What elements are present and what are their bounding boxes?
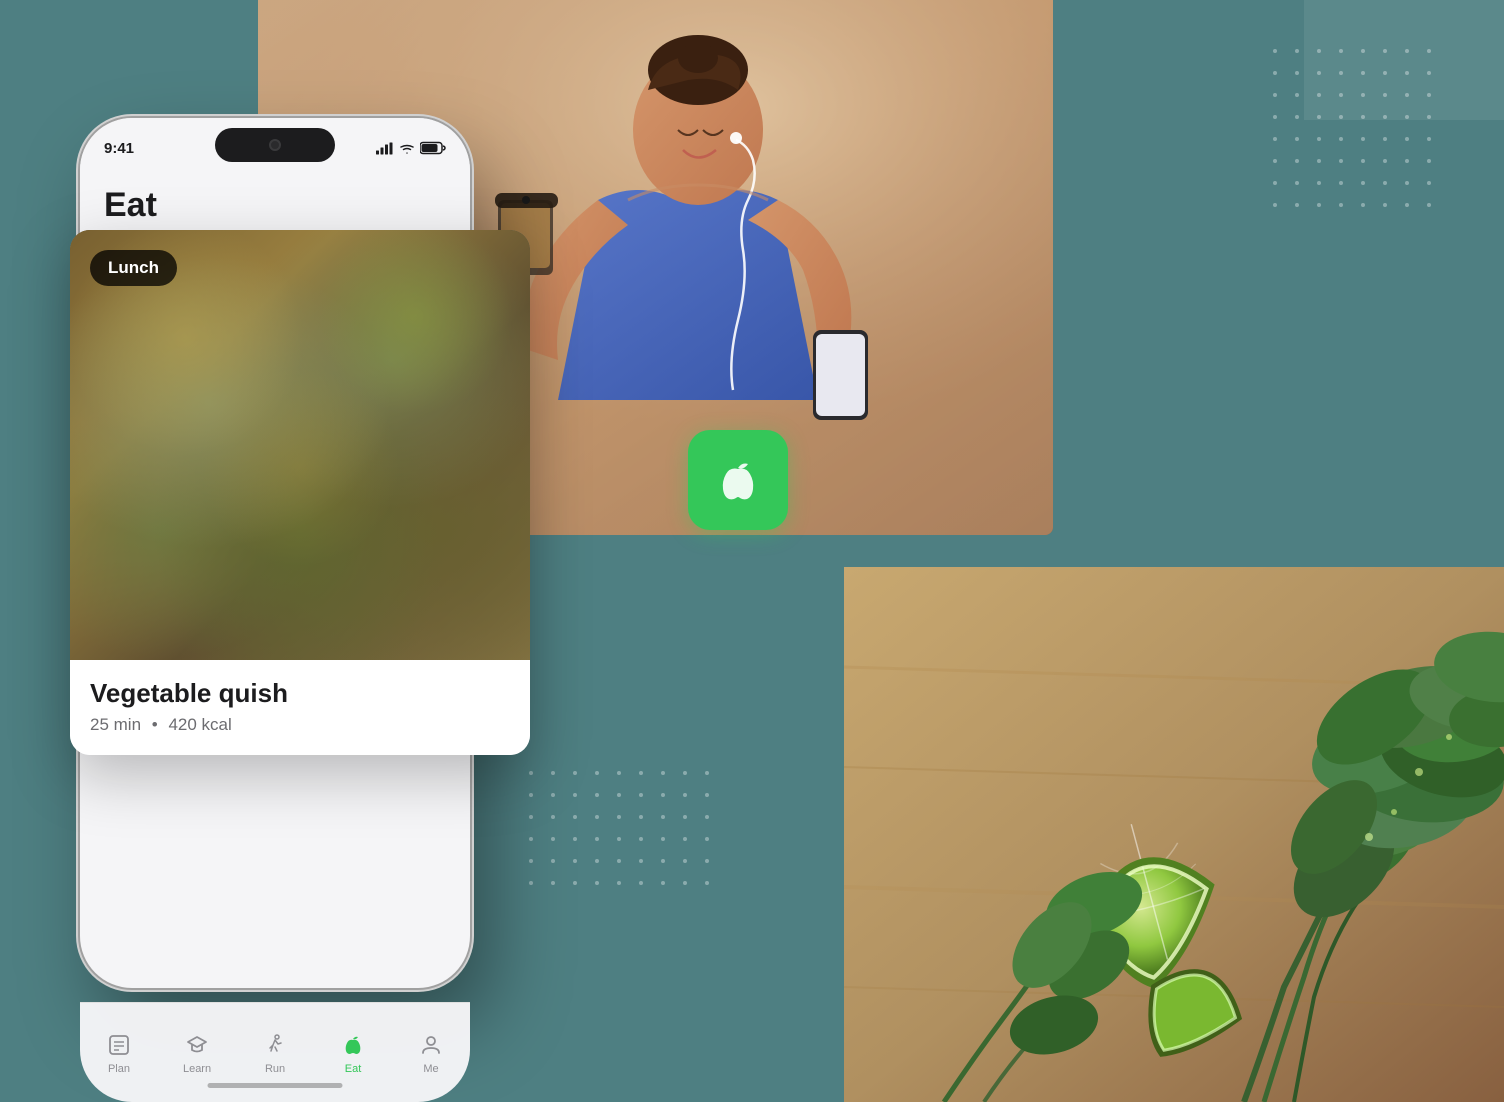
- me-icon: [417, 1031, 445, 1059]
- app-icon-badge: [688, 430, 788, 530]
- food-image: Lunch: [70, 230, 530, 660]
- food-name: Vegetable quish: [90, 678, 510, 709]
- nav-learn-label: Learn: [183, 1063, 211, 1075]
- food-card: Lunch Vegetable quish 25 min • 420 kcal: [70, 230, 530, 755]
- nav-item-run[interactable]: Run: [249, 1023, 301, 1083]
- decorative-corner: [1304, 0, 1504, 120]
- nav-run-label: Run: [265, 1063, 285, 1075]
- eat-icon: [339, 1031, 367, 1059]
- food-meta-separator: •: [152, 715, 158, 734]
- food-image-svg: [70, 230, 530, 660]
- home-indicator: [208, 1083, 343, 1088]
- apple-icon: [712, 454, 764, 506]
- nav-me-label: Me: [423, 1063, 438, 1075]
- signal-icon: [376, 142, 394, 154]
- food-badge: Lunch: [90, 250, 177, 286]
- nav-item-learn[interactable]: Learn: [171, 1023, 223, 1083]
- me-svg: [419, 1033, 443, 1057]
- phone-notch: [215, 128, 335, 162]
- status-icons: [376, 142, 446, 155]
- nav-item-eat[interactable]: Eat: [327, 1023, 379, 1083]
- food-badge-text: Lunch: [108, 258, 159, 277]
- food-calories: 420 kcal: [168, 715, 231, 734]
- learn-svg: [185, 1033, 209, 1057]
- phone-status-bar: 9:41: [80, 118, 470, 178]
- phone-time: 9:41: [104, 140, 134, 157]
- plan-svg: [107, 1033, 131, 1057]
- nav-plan-label: Plan: [108, 1063, 130, 1075]
- wifi-icon: [399, 142, 415, 154]
- phone-header: Eat: [80, 178, 470, 237]
- nav-item-plan[interactable]: Plan: [93, 1023, 145, 1083]
- front-camera: [269, 139, 281, 151]
- food-info: Vegetable quish 25 min • 420 kcal: [70, 660, 530, 755]
- learn-icon: [183, 1031, 211, 1059]
- photo-herbs: [844, 567, 1504, 1102]
- run-svg: [263, 1033, 287, 1057]
- phone-screen-title: Eat: [104, 186, 446, 225]
- food-time: 25 min: [90, 715, 141, 734]
- nav-eat-label: Eat: [345, 1063, 362, 1075]
- plan-icon: [105, 1031, 133, 1059]
- battery-icon: [420, 142, 446, 155]
- nav-item-me[interactable]: Me: [405, 1023, 457, 1083]
- dot-grid-bottom-center: const dbc = document.querySelector('.dot…: [520, 762, 740, 922]
- food-meta: 25 min • 420 kcal: [90, 715, 510, 735]
- run-icon: [261, 1031, 289, 1059]
- eat-svg: [341, 1033, 365, 1057]
- herbs-svg: [844, 567, 1504, 1102]
